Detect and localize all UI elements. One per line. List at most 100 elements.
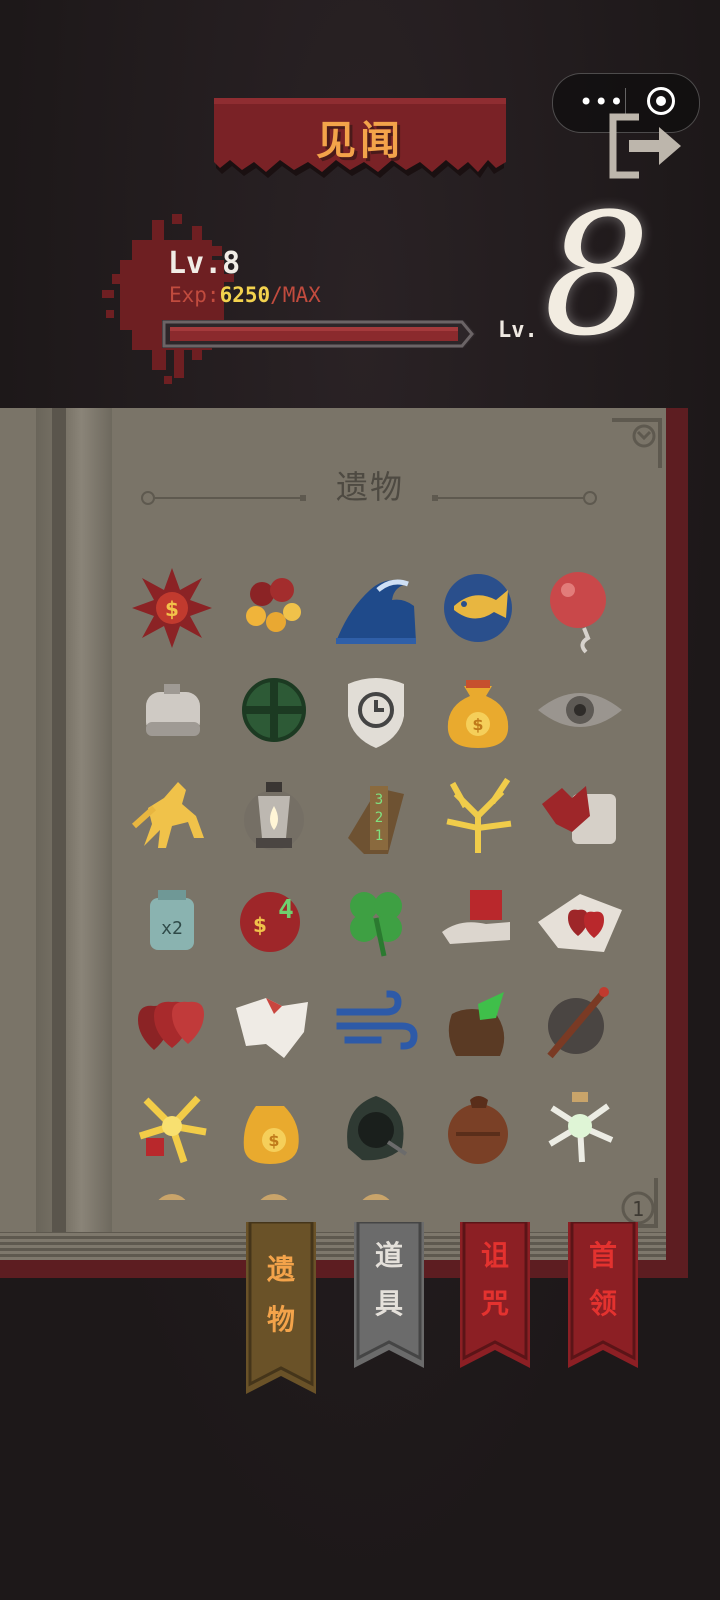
relic-slot[interactable] — [226, 662, 322, 758]
tab-label-1: 道 — [374, 1239, 403, 1272]
book-spine — [36, 408, 112, 1232]
exp-progress-bar — [162, 320, 476, 348]
page-corner-ornament — [612, 418, 662, 468]
grey-bomb-stick-icon — [547, 987, 609, 1059]
grey-eye-icon — [538, 693, 622, 727]
relic-slot[interactable] — [430, 974, 526, 1070]
title-rule-left — [141, 491, 306, 505]
relic-slot[interactable] — [532, 560, 628, 656]
golden-horse-icon — [131, 782, 204, 848]
svg-text:3: 3 — [375, 792, 383, 808]
relic-slot[interactable] — [226, 560, 322, 656]
partial-relic-icon — [260, 1194, 288, 1200]
relic-slot[interactable] — [124, 1078, 220, 1174]
relic-grid: $ $3 2 1 x2 $4 $ — [124, 560, 644, 1200]
relic-slot[interactable]: 3 2 1 — [328, 768, 424, 864]
golden-explosion-icon — [138, 1095, 207, 1164]
leather-sack-icon — [448, 1096, 508, 1164]
ruler-321-icon: 3 2 1 — [348, 786, 404, 854]
relic-slot[interactable] — [430, 560, 526, 656]
green-gem-pouch-icon — [448, 992, 505, 1056]
svg-text:x2: x2 — [161, 918, 183, 939]
relic-slot[interactable] — [124, 768, 220, 864]
tab-label-1: 首 — [588, 1239, 617, 1272]
relic-slot[interactable]: $ — [430, 662, 526, 758]
svg-text:$: $ — [165, 597, 179, 621]
relic-slot[interactable] — [124, 974, 220, 1070]
grey-coin-purse-icon — [146, 684, 200, 736]
relic-slot[interactable]: $4 — [226, 870, 322, 966]
red-sun-coin-icon: $ — [132, 568, 212, 648]
blue-wind-icon — [336, 990, 418, 1050]
relic-slot[interactable] — [430, 768, 526, 864]
tab-label-2: 咒 — [480, 1287, 509, 1320]
tab-label-1: 遗 — [266, 1253, 295, 1286]
coin-and-four-icon: $4 — [240, 892, 300, 952]
page-title: 见闻 — [316, 118, 404, 164]
relic-slot[interactable] — [328, 1078, 424, 1174]
relic-slot[interactable] — [532, 1078, 628, 1174]
relic-slot[interactable] — [532, 974, 628, 1070]
relic-slot[interactable] — [532, 870, 628, 966]
white-cloth-icon — [236, 998, 308, 1058]
close-miniprogram-icon[interactable] — [647, 87, 675, 115]
relic-slot[interactable] — [532, 662, 628, 758]
exp-readout: Exp:6250/MAX — [169, 283, 321, 307]
tab-curses[interactable]: 诅 咒 — [460, 1222, 530, 1368]
four-leaf-clover-icon — [350, 892, 402, 957]
svg-text:$: $ — [268, 1131, 279, 1150]
book-page-edges — [0, 1232, 666, 1260]
red-berries-coins-icon — [246, 578, 301, 632]
relic-slot-partial[interactable] — [328, 1182, 424, 1200]
golden-coral-icon — [446, 777, 512, 853]
tab-label-2: 具 — [374, 1287, 403, 1320]
relic-slot[interactable] — [328, 974, 424, 1070]
relic-slot[interactable]: x2 — [124, 870, 220, 966]
dark-hood-icon — [347, 1096, 408, 1161]
red-heart-stack-icon — [138, 1001, 204, 1050]
next-level-label: Lv. — [498, 318, 538, 343]
relic-slot[interactable] — [328, 870, 424, 966]
relic-slot[interactable] — [328, 662, 424, 758]
relic-slot[interactable] — [328, 560, 424, 656]
white-sparkle-bottle-icon — [548, 1092, 614, 1163]
title-rule-right — [432, 491, 597, 505]
relic-slot[interactable] — [226, 768, 322, 864]
relic-slot[interactable] — [430, 870, 526, 966]
blue-wave-icon — [336, 579, 416, 644]
heart-pillow-icon — [538, 894, 622, 952]
tab-label-2: 物 — [266, 1303, 295, 1336]
relic-slot-partial[interactable] — [124, 1182, 220, 1200]
relic-slot[interactable]: $ — [226, 1078, 322, 1174]
svg-text:2: 2 — [375, 810, 383, 826]
tab-label-2: 领 — [588, 1287, 617, 1320]
relic-slot[interactable] — [430, 1078, 526, 1174]
relic-slot[interactable]: $ — [124, 560, 220, 656]
relic-slot[interactable] — [532, 768, 628, 864]
relic-slot[interactable] — [124, 662, 220, 758]
gold-money-bag-icon: $ — [447, 680, 509, 748]
level-label: Lv.8 — [168, 246, 241, 281]
exit-icon[interactable] — [607, 113, 687, 179]
svg-text:4: 4 — [278, 895, 294, 925]
gold-coin-sacks-icon: $ — [243, 1106, 299, 1164]
tab-label-1: 诅 — [480, 1239, 509, 1272]
partial-relic-icon — [158, 1194, 186, 1200]
tab-relics[interactable]: 遗 物 — [246, 1222, 316, 1394]
relic-slot-partial[interactable] — [226, 1182, 322, 1200]
green-shield-cross-icon — [242, 678, 306, 742]
exp-current: 6250 — [219, 283, 271, 307]
svg-text:1: 1 — [375, 828, 383, 844]
svg-text:$: $ — [472, 715, 483, 734]
section-title: 遗物 — [335, 468, 404, 506]
partial-relic-icon — [362, 1194, 390, 1200]
big-level-number: 8 — [543, 177, 651, 373]
clock-shield-icon — [348, 678, 404, 748]
red-hand-card-icon — [542, 786, 616, 844]
more-menu-icon[interactable]: ••• — [579, 90, 624, 114]
tab-bosses[interactable]: 首 领 — [568, 1222, 638, 1368]
blue-fish-on-coin-icon — [444, 574, 512, 642]
relic-slot[interactable] — [226, 974, 322, 1070]
tab-items[interactable]: 道 具 — [354, 1222, 424, 1368]
red-balloon-icon — [550, 572, 606, 654]
